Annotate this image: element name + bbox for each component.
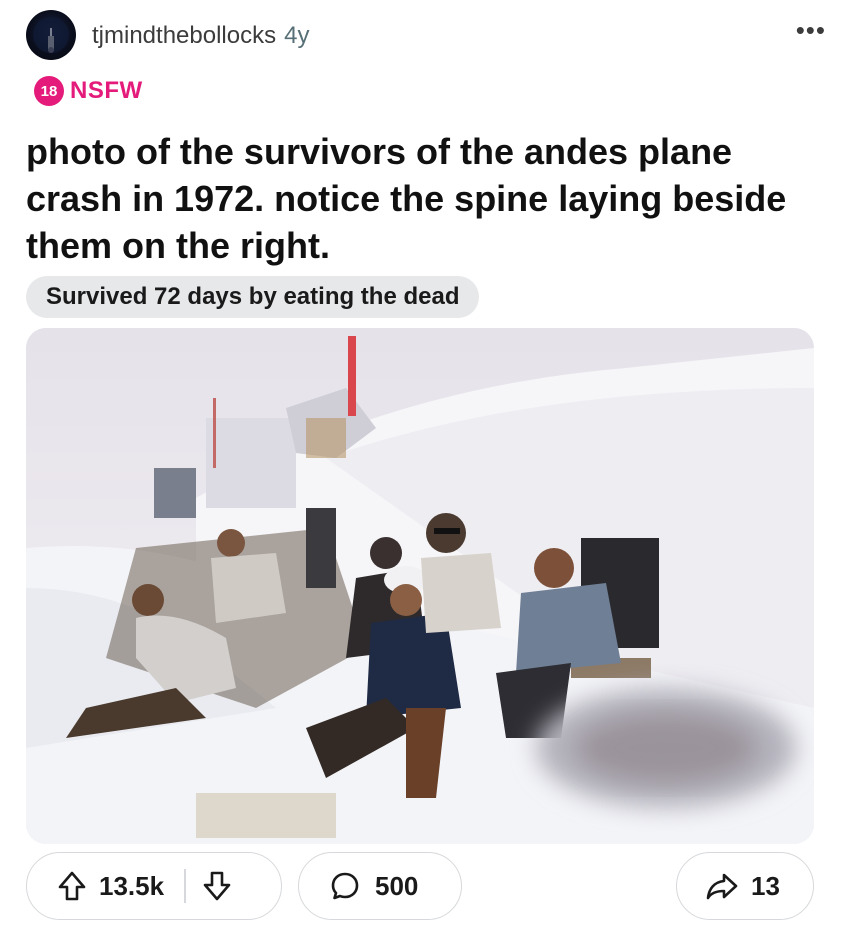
post-meta: tjmindthebollocks 4y (92, 22, 309, 50)
comments-button[interactable]: 500 (298, 852, 462, 920)
post-image[interactable] (26, 328, 814, 844)
nsfw-tag: 18 NSFW (34, 76, 143, 106)
username-link[interactable]: tjmindthebollocks (92, 22, 276, 49)
more-options-icon[interactable]: ••• (796, 17, 826, 43)
speech-bubble-icon (329, 870, 361, 902)
nsfw-18-badge: 18 (34, 76, 64, 106)
arrow-down-icon[interactable] (202, 870, 232, 902)
post-flair[interactable]: Survived 72 days by eating the dead (26, 276, 480, 318)
share-arrow-icon (705, 871, 739, 901)
post-title[interactable]: photo of the survivors of the andes plan… (26, 128, 826, 269)
post-age: 4y (284, 22, 310, 49)
arrow-up-icon[interactable] (57, 870, 87, 902)
upvote-count: 13.5k (99, 870, 165, 901)
survivors-photo-illustration (26, 328, 814, 844)
comment-count: 500 (375, 870, 419, 901)
vote-group: 13.5k (26, 852, 282, 920)
nsfw-label: NSFW (70, 77, 143, 104)
user-avatar[interactable] (26, 10, 76, 60)
share-button[interactable]: 13 (676, 852, 814, 920)
avatar-figure-icon (33, 17, 69, 53)
share-count: 13 (751, 870, 780, 901)
vote-divider (184, 869, 186, 903)
post-header: tjmindthebollocks 4y ••• (26, 10, 830, 60)
